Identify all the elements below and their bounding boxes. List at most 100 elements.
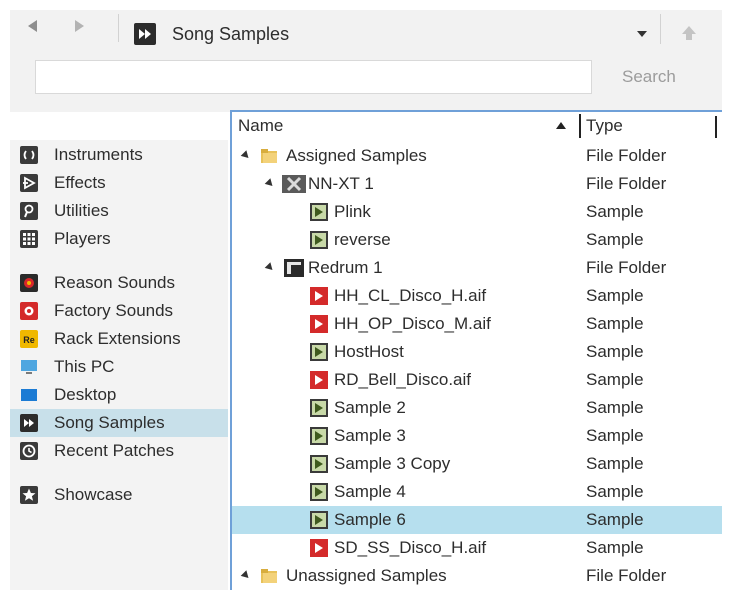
sidebar-item-factory-sounds[interactable]: Factory Sounds (10, 297, 228, 325)
list-row-plink[interactable]: Plink Sample (232, 198, 722, 226)
expand-arrow-icon[interactable] (264, 262, 276, 273)
sort-ascending-icon (556, 122, 566, 129)
sample-icon (310, 455, 328, 473)
list-row-name: HH_CL_Disco_H.aif (334, 286, 487, 305)
nn-xt-icon (282, 175, 306, 193)
list-row-sample-4[interactable]: Sample 4 Sample (232, 478, 722, 506)
search-button[interactable]: Search (622, 67, 676, 87)
location-label[interactable]: Song Samples (172, 24, 289, 45)
expand-arrow-icon[interactable] (264, 178, 276, 189)
utilities-icon (20, 202, 38, 220)
location-dropdown-button[interactable] (631, 22, 653, 46)
svg-text:Re: Re (23, 335, 35, 345)
search-input[interactable] (35, 60, 592, 94)
list-row-type: Sample (586, 538, 644, 557)
up-arrow-icon (682, 26, 696, 40)
list-row-name: Sample 4 (334, 482, 406, 501)
sidebar-item-label: Rack Extensions (54, 329, 181, 348)
column-header-name[interactable]: Name (232, 112, 578, 140)
sidebar-item-desktop[interactable]: Desktop (10, 381, 228, 409)
list-row-type: File Folder (586, 174, 667, 193)
list-row-sample-6[interactable]: Sample 6 Sample (232, 506, 722, 534)
expand-arrow-icon[interactable] (240, 150, 252, 161)
list-row-type: Sample (586, 482, 644, 501)
nav-divider (118, 14, 119, 42)
star-icon (20, 486, 38, 504)
song-samples-icon (134, 23, 156, 45)
sidebar-item-label: Utilities (54, 201, 109, 220)
list-row-name: NN-XT 1 (308, 174, 374, 193)
list-row-type: Sample (586, 314, 644, 333)
sidebar-item-this-pc[interactable]: This PC (10, 353, 228, 381)
sidebar-item-rack-extensions[interactable]: Re Rack Extensions (10, 325, 228, 353)
list-row-name: reverse (334, 230, 391, 249)
expand-arrow-icon[interactable] (240, 570, 252, 581)
list-row-sample-2[interactable]: Sample 2 Sample (232, 394, 722, 422)
list-row-assigned-samples[interactable]: Assigned Samples File Folder (232, 142, 722, 170)
sidebar-item-reason-sounds[interactable]: Reason Sounds (10, 269, 228, 297)
back-arrow-icon (28, 20, 37, 32)
column-header-type[interactable]: Type (582, 112, 712, 140)
list-row-type: Sample (586, 342, 644, 361)
list-row-type: Sample (586, 454, 644, 473)
factory-sample-icon (310, 315, 328, 333)
list-row-hh-cl-disco-h[interactable]: HH_CL_Disco_H.aif Sample (232, 282, 722, 310)
list-row-name: Sample 3 (334, 426, 406, 445)
sidebar-item-label: This PC (54, 357, 115, 376)
list-row-hh-op-disco-m[interactable]: HH_OP_Disco_M.aif Sample (232, 310, 722, 338)
sample-icon (310, 427, 328, 445)
sidebar-item-label: Song Samples (54, 413, 165, 432)
list-row-redrum-1[interactable]: Redrum 1 File Folder (232, 254, 722, 282)
list-row-sample-3-copy[interactable]: Sample 3 Copy Sample (232, 450, 722, 478)
list-row-name: SD_SS_Disco_H.aif (334, 538, 487, 557)
list-row-sd-ss-disco-h[interactable]: SD_SS_Disco_H.aif Sample (232, 534, 722, 562)
players-icon (20, 230, 38, 248)
sidebar-item-recent-patches[interactable]: Recent Patches (10, 437, 228, 465)
song-samples-icon (20, 414, 38, 432)
sidebar-item-utilities[interactable]: Utilities (10, 197, 228, 225)
list-row-type: Sample (586, 202, 644, 221)
list-row-name: HH_OP_Disco_M.aif (334, 314, 491, 333)
list-row-hosthost[interactable]: HostHost Sample (232, 338, 722, 366)
column-resize-handle[interactable] (579, 114, 581, 138)
forward-button[interactable] (66, 14, 92, 38)
list-row-type: File Folder (586, 258, 667, 277)
sidebar-item-players[interactable]: Players (10, 225, 228, 253)
list-row-sample-3[interactable]: Sample 3 Sample (232, 422, 722, 450)
sidebar-item-instruments[interactable]: Instruments (10, 141, 228, 169)
sample-icon (310, 343, 328, 361)
browser-window: Song Samples Search Instruments Effects … (0, 0, 732, 590)
list-row-type: Sample (586, 398, 644, 417)
sidebar-item-label: Desktop (54, 385, 117, 404)
sidebar-item-effects[interactable]: Effects (10, 169, 228, 197)
sidebar-item-label: Recent Patches (54, 441, 175, 460)
list-row-name: Sample 6 (334, 510, 406, 529)
list-row-type: Sample (586, 426, 644, 445)
list-row-nn-xt-1[interactable]: NN-XT 1 File Folder (232, 170, 722, 198)
rack-extensions-icon: Re (20, 330, 38, 348)
effects-icon (20, 174, 38, 192)
list-row-name: RD_Bell_Disco.aif (334, 370, 471, 389)
back-button[interactable] (20, 14, 46, 38)
desktop-icon (21, 389, 37, 401)
column-header: Name Type (232, 112, 722, 140)
sample-icon (310, 231, 328, 249)
factory-sample-icon (310, 371, 328, 389)
list-row-rd-bell-disco[interactable]: RD_Bell_Disco.aif Sample (232, 366, 722, 394)
column-name-label: Name (238, 116, 284, 135)
list-row-unassigned-samples[interactable]: Unassigned Samples File Folder (232, 562, 722, 590)
sidebar-item-song-samples[interactable]: Song Samples (10, 409, 228, 437)
sidebar-item-showcase[interactable]: Showcase (10, 481, 228, 509)
column-resize-handle[interactable] (715, 116, 717, 138)
up-folder-button[interactable] (676, 20, 702, 46)
reason-sounds-icon (20, 274, 38, 292)
list-row-name: Assigned Samples (286, 146, 427, 165)
file-list: Name Type Assigned Samples File Folder N… (230, 110, 722, 590)
chevron-down-icon (637, 31, 647, 37)
sample-icon (310, 203, 328, 221)
list-row-type: Sample (586, 230, 644, 249)
list-row-reverse[interactable]: reverse Sample (232, 226, 722, 254)
list-row-type: Sample (586, 370, 644, 389)
sidebar-item-label: Instruments (54, 145, 143, 164)
list-row-type: Sample (586, 286, 644, 305)
